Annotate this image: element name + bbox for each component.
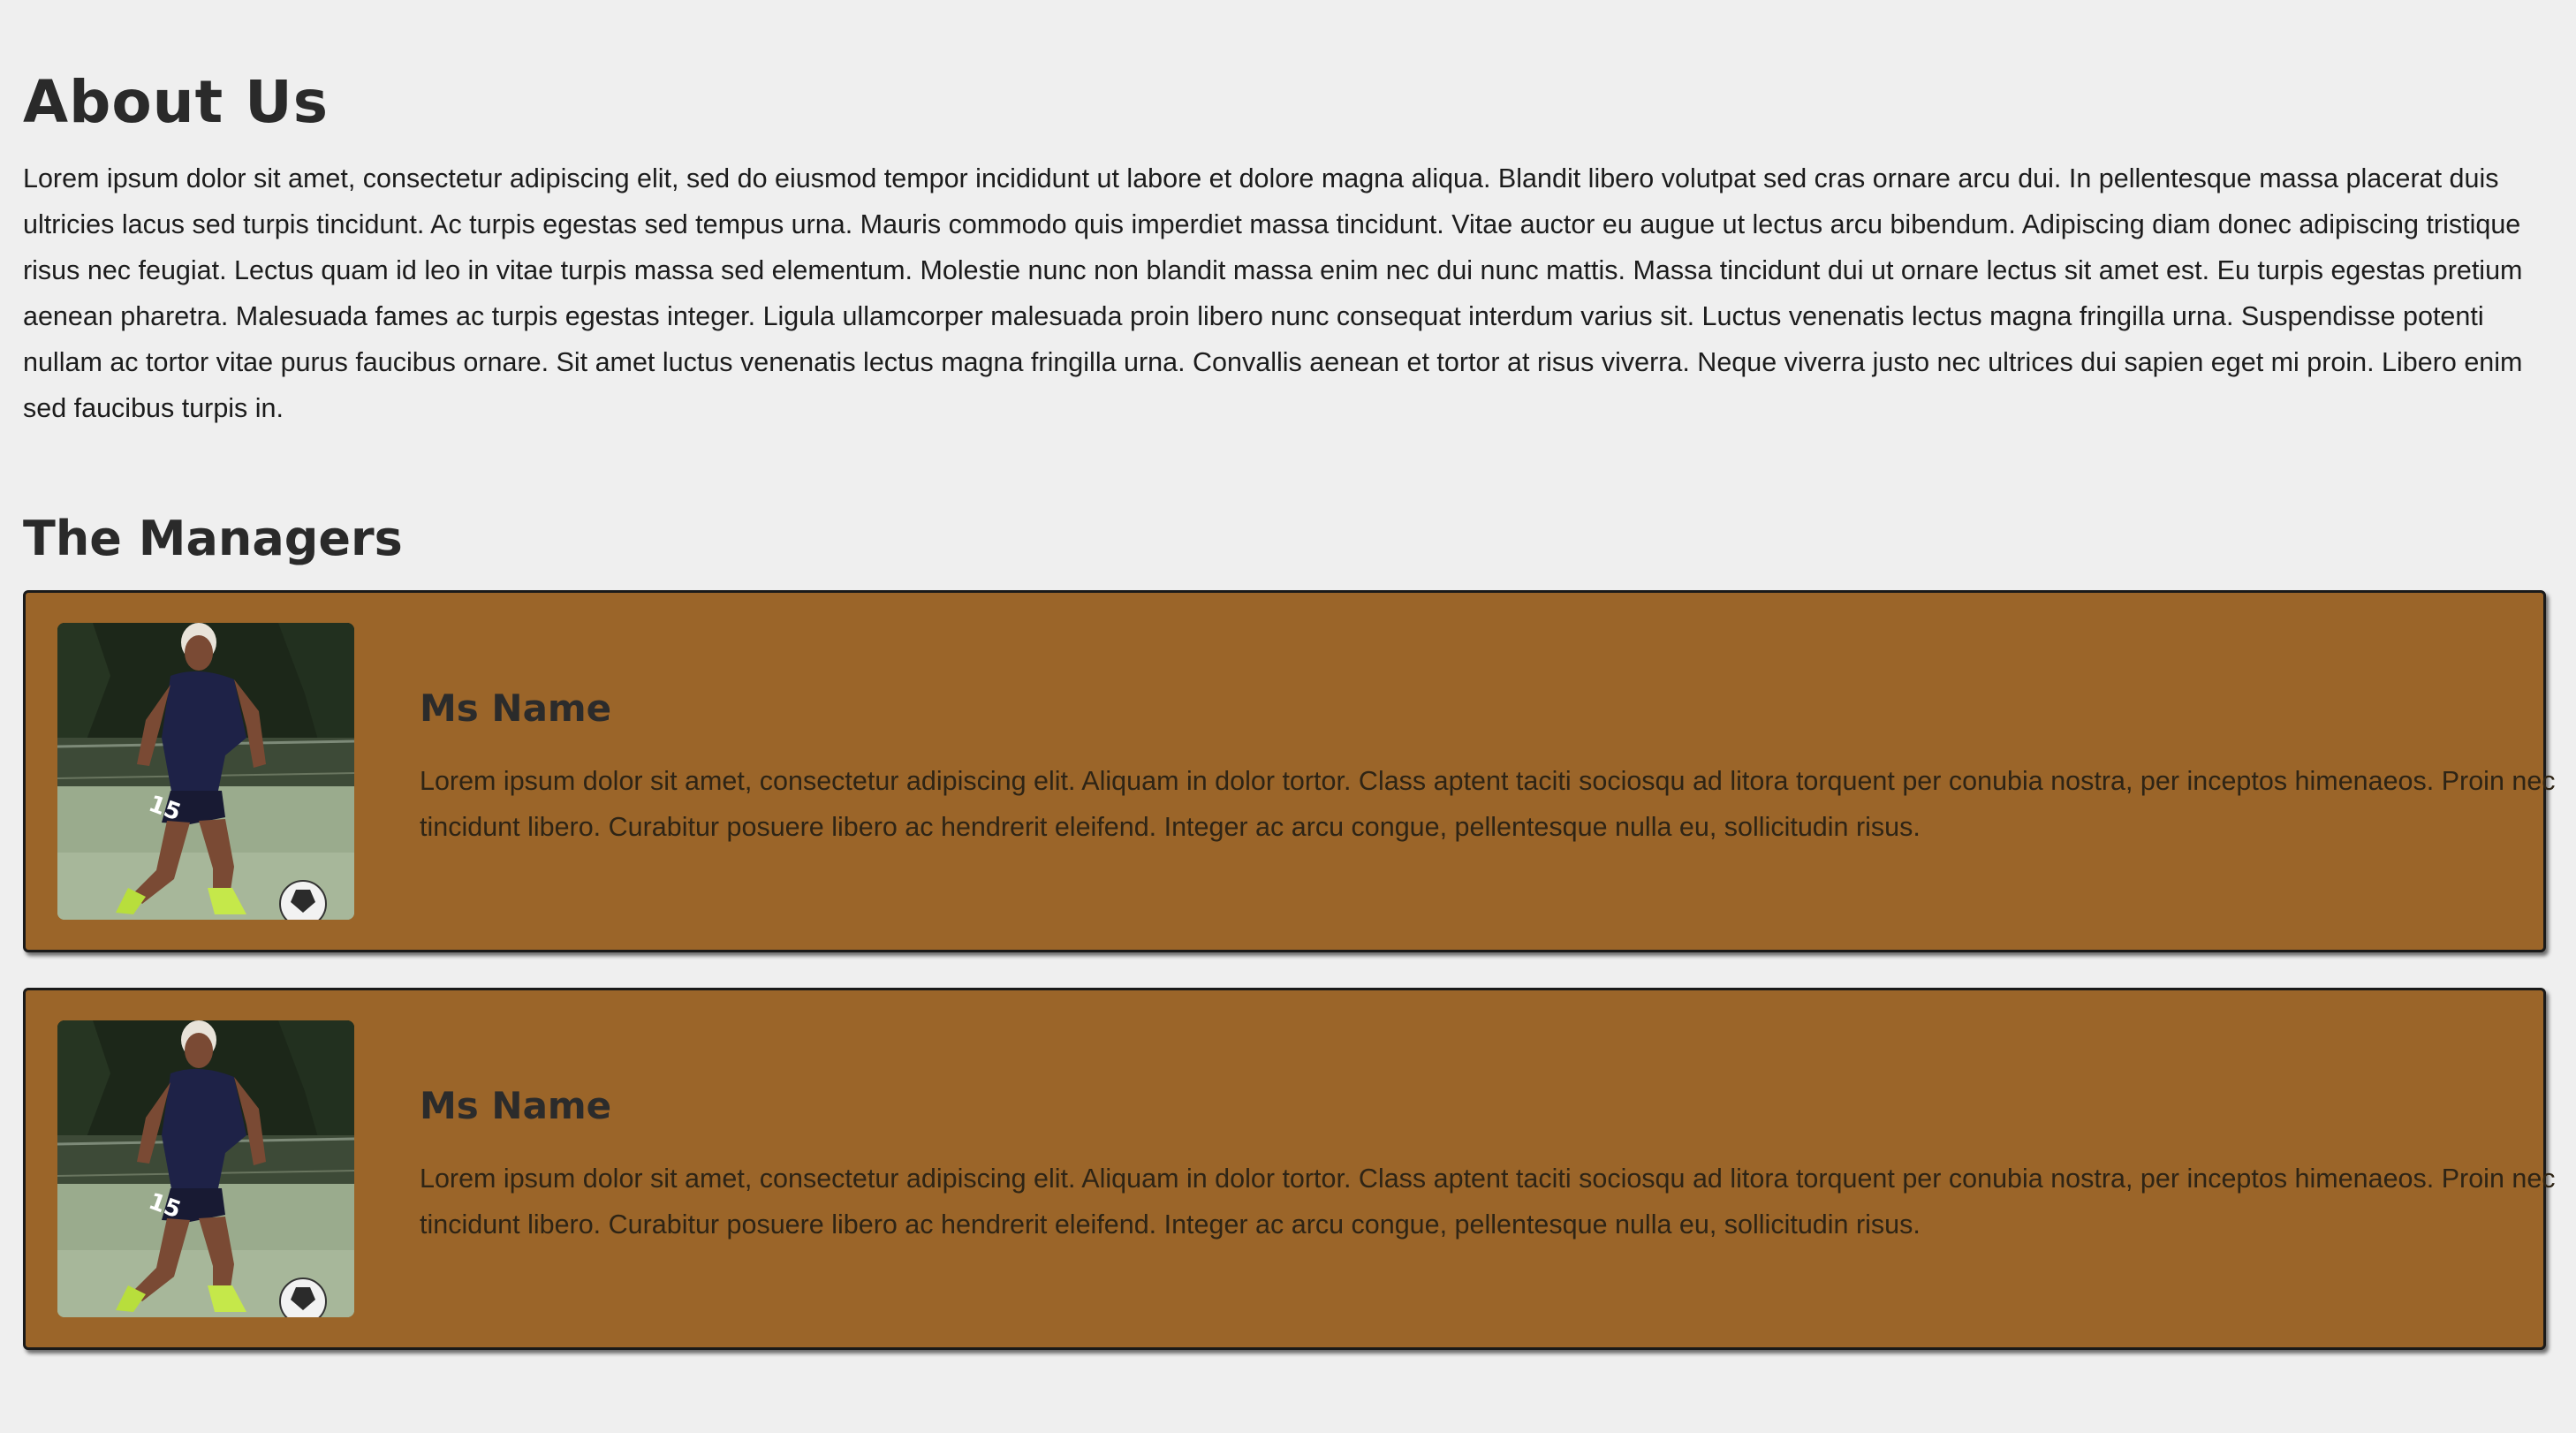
manager-photo: 15 (57, 623, 354, 920)
soccer-player-image: 15 (57, 623, 354, 920)
manager-photo: 15 (57, 1020, 354, 1317)
manager-card-body: Ms Name Lorem ipsum dolor sit amet, cons… (420, 1083, 2576, 1247)
managers-list: 15 Ms Name Lorem ipsum dolor sit amet, c… (23, 590, 2556, 1350)
manager-bio: Lorem ipsum dolor sit amet, consectetur … (420, 1164, 2556, 1240)
manager-card-body: Ms Name Lorem ipsum dolor sit amet, cons… (420, 686, 2576, 850)
page-title: About Us (23, 68, 330, 136)
manager-bio: Lorem ipsum dolor sit amet, consectetur … (420, 766, 2556, 842)
manager-card: 15 Ms Name Lorem ipsum dolor sit amet, c… (23, 988, 2556, 1350)
soccer-player-image: 15 (57, 1020, 354, 1317)
manager-name: Ms Name (420, 686, 612, 730)
about-paragraph: Lorem ipsum dolor sit amet, consectetur … (23, 163, 2523, 423)
managers-heading: The Managers (23, 511, 403, 566)
page: About Us Lorem ipsum dolor sit amet, con… (0, 0, 2576, 1350)
manager-name: Ms Name (420, 1084, 612, 1127)
manager-card: 15 Ms Name Lorem ipsum dolor sit amet, c… (23, 590, 2556, 952)
